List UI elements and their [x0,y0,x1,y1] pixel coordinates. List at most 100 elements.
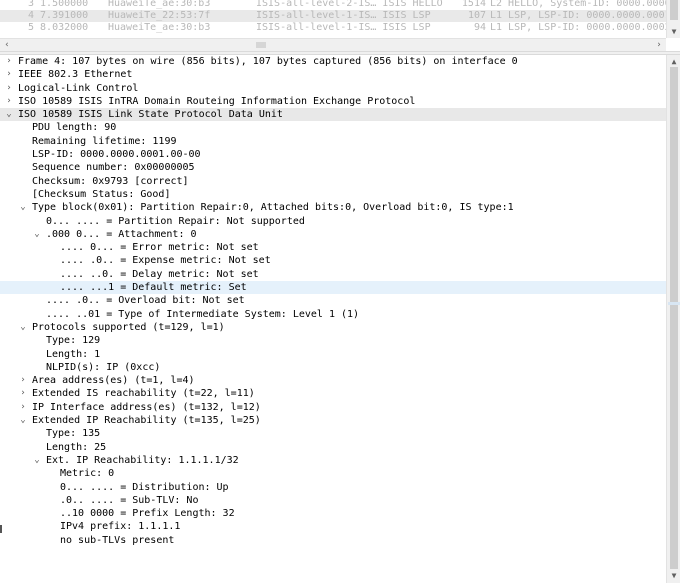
tree-row-label: .0.. .... = Sub-TLV: No [60,494,199,506]
tree-row[interactable]: no sub-TLVs present [0,534,666,547]
tree-row[interactable]: [Checksum Status: Good] [0,188,666,201]
chevron-down-icon[interactable]: ⌄ [32,228,42,241]
tree-row[interactable]: Sequence number: 0x00000005 [0,161,666,174]
tree-row-label: no sub-TLVs present [60,534,175,546]
chevron-right-icon[interactable]: › [4,95,14,108]
tree-row-label: ISO 10589 ISIS InTRA Domain Routeing Inf… [18,95,416,107]
packet-row[interactable]: 4 7.391000 HuaweiTe_22:53:7f ISIS-all-leve… [0,10,666,22]
tree-row[interactable]: Remaining lifetime: 1199 [0,135,666,148]
tree-row-label: .... .0.. = Expense metric: Not set [60,255,271,267]
packet-row[interactable]: 3 1.500000 HuaweiTe_ae:30:b3 ISIS-all-leve… [0,0,666,10]
tree-row[interactable]: ..10 0000 = Prefix Length: 32 [0,507,666,520]
tree-row[interactable]: LSP-ID: 0000.0000.0001.00-00 [0,148,666,161]
tree-row[interactable]: Checksum: 0x9793 [correct] [0,175,666,188]
packet-length: 107 [467,10,486,21]
chevron-right-icon[interactable]: › [4,55,14,68]
chevron-right-icon[interactable]: › [18,387,28,400]
tree-row[interactable]: › IP Interface address(es) (t=132, l=12) [0,401,666,414]
tree-row[interactable]: Metric: 0 [0,467,666,480]
packet-details-pane[interactable]: › Frame 4: 107 bytes on wire (856 bits), … [0,55,680,583]
tree-row-label: LSP-ID: 0000.0000.0001.00-00 [32,149,201,161]
packet-list-horizontal-scrollbar[interactable]: ‹ › [0,38,666,51]
tree-row[interactable]: ⌄ ISO 10589 ISIS Link State Protocol Data… [0,108,666,122]
tree-row-label: [Checksum Status: Good] [32,188,171,200]
chevron-down-icon[interactable]: ⌄ [18,201,28,214]
packet-info: L2 HELLO, System-ID: 0000.0000.0 [490,0,666,9]
packet-list-vertical-scrollbar[interactable]: ▼ [666,0,680,38]
packet-protocol: ISIS-all-level-2-IS… ISIS HELLO [256,0,443,9]
tree-row-label: Ext. IP Reachability: 1.1.1.1/32 [46,454,239,466]
chevron-right-icon[interactable]: › [4,68,14,81]
tree-row-label: PDU length: 90 [32,122,117,134]
tree-row-label: Frame 4: 107 bytes on wire (856 bits), 1… [18,56,518,67]
tree-row[interactable]: ⌄ Type block(0x01): Partition Repair:0, A… [0,201,666,214]
chevron-right-icon[interactable]: › [18,401,28,414]
scrollbar-thumb[interactable] [670,0,678,20]
scroll-down-arrow-icon[interactable]: ▼ [669,27,679,37]
chevron-right-icon[interactable]: › [18,374,28,387]
scrollbar-thumb[interactable] [256,42,266,48]
packet-details-tree: › Frame 4: 107 bytes on wire (856 bits), … [0,55,666,583]
tree-row-label: Area address(es) (t=1, l=4) [32,375,195,387]
tree-row-label: ..10 0000 = Prefix Length: 32 [60,508,235,520]
packet-source: HuaweiTe_ae:30:b3 [108,0,211,9]
tree-row[interactable]: ⌄ Protocols supported (t=129, l=1) [0,321,666,334]
packet-list-pane[interactable]: 3 1.500000 HuaweiTe_ae:30:b3 ISIS-all-leve… [0,0,680,51]
tree-row[interactable]: IPv4 prefix: 1.1.1.1 [0,520,666,533]
scroll-right-arrow-icon[interactable]: › [654,39,664,51]
packet-row[interactable]: 5 8.032000 HuaweiTe_ae:30:b3 ISIS-all-leve… [0,22,666,34]
tree-row[interactable]: Type: 129 [0,334,666,347]
scroll-down-arrow-icon[interactable]: ▼ [669,571,679,581]
packet-source: HuaweiTe_22:53:7f [108,10,211,21]
tree-row-label: IEEE 802.3 Ethernet [18,69,133,81]
tree-row-label: Extended IS reachability (t=22, l=11) [32,388,255,400]
splitter-handle-icon[interactable] [0,525,2,533]
details-vertical-scrollbar[interactable]: ▲ ▼ [666,55,680,583]
tree-row-label: Sequence number: 0x00000005 [32,162,195,174]
tree-row-label: 0... .... = Distribution: Up [60,481,229,493]
tree-row-label: Type block(0x01): Partition Repair:0, At… [32,202,514,214]
scrollbar-thumb[interactable] [670,67,678,569]
tree-row[interactable]: 0... .... = Distribution: Up [0,481,666,494]
tree-row[interactable]: › Logical-Link Control [0,82,666,95]
tree-row[interactable]: › ISO 10589 ISIS InTRA Domain Routeing In… [0,95,666,108]
tree-row[interactable]: .0.. .... = Sub-TLV: No [0,494,666,507]
chevron-down-icon[interactable]: ⌄ [18,321,28,334]
tree-row[interactable]: ⌄ Extended IP Reachability (t=135, l=25) [0,414,666,427]
tree-row[interactable]: .... 0... = Error metric: Not set [0,241,666,254]
tree-row[interactable]: .... ...1 = Default metric: Set [0,281,666,295]
packet-info: L1 LSP, LSP-ID: 0000.0000.0002.0 [490,22,666,33]
selection-marker [668,302,680,305]
tree-row[interactable]: .... .0.. = Overload bit: Not set [0,294,666,307]
tree-row[interactable]: .... .0.. = Expense metric: Not set [0,254,666,267]
tree-row[interactable]: PDU length: 90 [0,121,666,134]
chevron-down-icon[interactable]: ⌄ [18,414,28,427]
tree-row[interactable]: › Frame 4: 107 bytes on wire (856 bits), … [0,55,666,68]
tree-row-label: IPv4 prefix: 1.1.1.1 [60,521,181,533]
scroll-up-arrow-icon[interactable]: ▲ [669,57,679,67]
tree-row[interactable]: ⌄ .000 0... = Attachment: 0 [0,228,666,241]
tree-row[interactable]: ⌄ Ext. IP Reachability: 1.1.1.1/32 [0,454,666,467]
tree-row-label: ISO 10589 ISIS Link State Protocol Data … [18,109,283,121]
tree-row[interactable]: › Area address(es) (t=1, l=4) [0,374,666,387]
tree-row-label: .... 0... = Error metric: Not set [60,242,259,254]
packet-number: 4 7.391000 [28,10,89,21]
tree-row[interactable]: .... ..0. = Delay metric: Not set [0,268,666,281]
chevron-right-icon[interactable]: › [4,82,14,95]
tree-row[interactable]: Length: 1 [0,348,666,361]
tree-row[interactable]: › IEEE 802.3 Ethernet [0,68,666,81]
scroll-left-arrow-icon[interactable]: ‹ [2,39,12,51]
tree-row[interactable]: .... ..01 = Type of Intermediate System:… [0,308,666,321]
tree-row[interactable]: 0... .... = Partition Repair: Not suppor… [0,215,666,228]
chevron-down-icon[interactable]: ⌄ [32,454,42,467]
packet-length: 1514 [461,0,486,9]
tree-row[interactable]: NLPID(s): IP (0xcc) [0,361,666,374]
tree-row-label: Length: 1 [46,348,101,360]
tree-row[interactable]: › Extended IS reachability (t=22, l=11) [0,387,666,400]
tree-row-label: .... ...1 = Default metric: Set [60,282,247,294]
packet-protocol: ISIS-all-level-1-IS… ISIS LSP [256,22,431,33]
packet-info: L1 LSP, LSP-ID: 0000.0000.0001.0 [490,10,666,21]
tree-row[interactable]: Type: 135 [0,427,666,440]
chevron-down-icon[interactable]: ⌄ [4,108,14,121]
tree-row[interactable]: Length: 25 [0,441,666,454]
